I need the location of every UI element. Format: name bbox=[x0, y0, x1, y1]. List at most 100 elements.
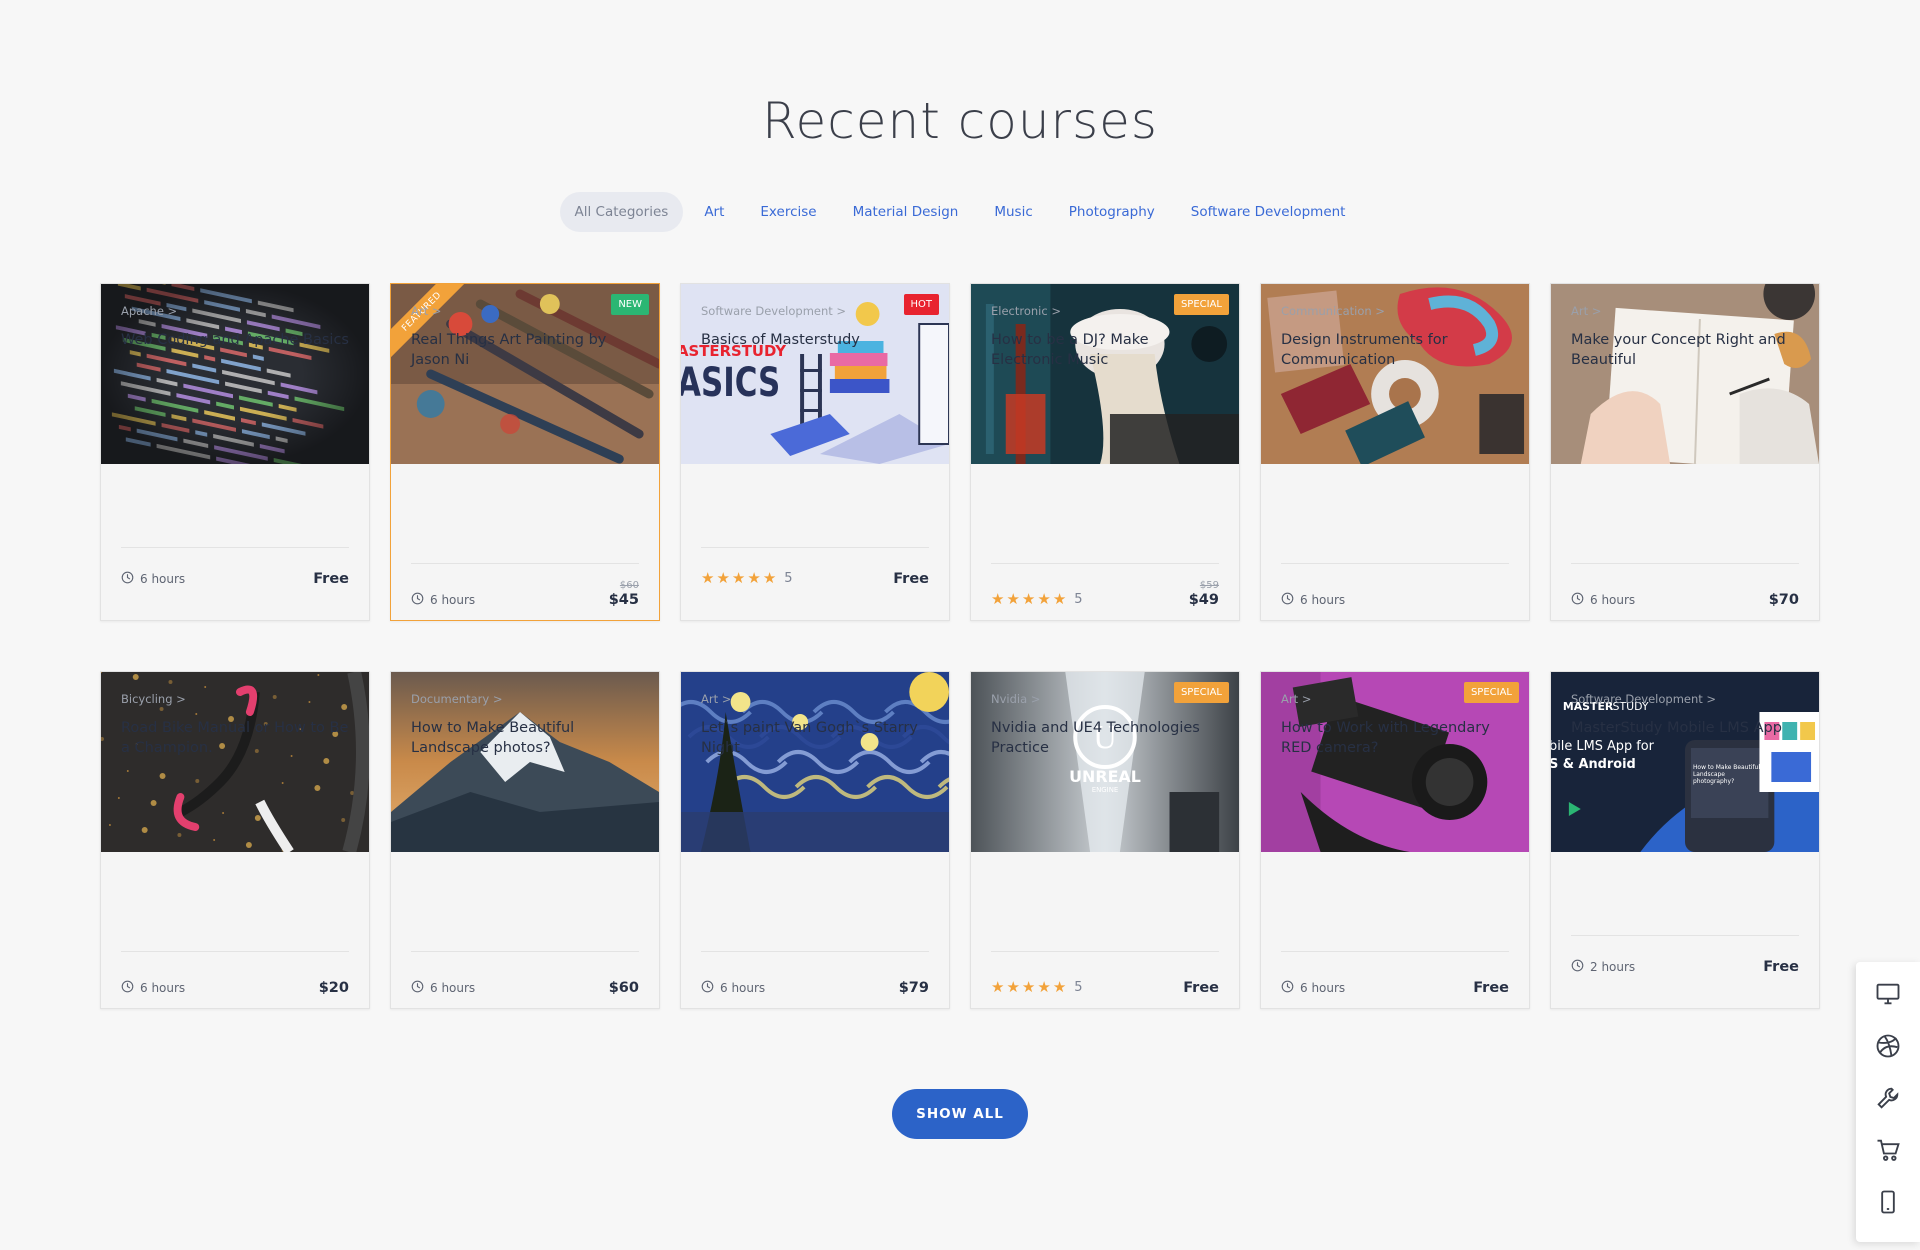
clock-icon bbox=[701, 980, 714, 996]
course-price: $20 bbox=[319, 980, 349, 996]
course-card[interactable]: SPECIAL Art > How to Work with Legendary R… bbox=[1260, 671, 1530, 1009]
image-text: S & Android bbox=[1551, 757, 1636, 772]
duration-text: 6 hours bbox=[430, 981, 476, 995]
course-badge: HOT bbox=[903, 294, 939, 315]
star-icon: ★ bbox=[1037, 979, 1051, 996]
card-divider bbox=[411, 951, 639, 952]
course-title[interactable]: Design Instruments for Communication bbox=[1281, 330, 1509, 370]
course-footer: 6 hours $20 bbox=[121, 980, 349, 996]
image-text: ASICS bbox=[681, 360, 780, 406]
course-card[interactable]: Bicycling > Road Bike Manual or How to Be… bbox=[100, 671, 370, 1009]
tab-music[interactable]: Music bbox=[979, 192, 1047, 232]
course-footer: 6 hours Free bbox=[121, 571, 349, 587]
price-value: $49 bbox=[1188, 592, 1219, 608]
old-price: $59 bbox=[1199, 580, 1219, 591]
mobile-icon[interactable] bbox=[1874, 1188, 1902, 1216]
clock-icon bbox=[121, 571, 134, 587]
dribbble-icon[interactable] bbox=[1874, 1032, 1902, 1060]
show-all-button[interactable]: SHOW ALL bbox=[892, 1089, 1028, 1139]
course-card[interactable]: FEATURED NEW Art > Real Things Art Painting… bbox=[390, 283, 660, 621]
price-value: $70 bbox=[1768, 592, 1799, 608]
course-card[interactable]: U UNREAL ENGINE SPECIAL Nvidia > Nvidia and U… bbox=[970, 671, 1240, 1009]
duration-text: 6 hours bbox=[1590, 593, 1636, 607]
floating-sidebar bbox=[1856, 962, 1920, 1242]
price-value: Free bbox=[1763, 959, 1799, 975]
course-category-link[interactable]: Art > bbox=[701, 692, 731, 706]
course-category-link[interactable]: Communication > bbox=[1281, 304, 1385, 318]
star-icon: ★ bbox=[731, 570, 746, 587]
course-title[interactable]: Real Things Art Painting by Jason Ni bbox=[411, 330, 639, 370]
rating-value: 5 bbox=[1074, 591, 1083, 607]
course-category-link[interactable]: Documentary > bbox=[411, 692, 502, 706]
course-title[interactable]: How to Work with Legendary RED camera? bbox=[1281, 718, 1509, 758]
course-category-link[interactable]: Nvidia > bbox=[991, 692, 1040, 706]
course-price: $60 bbox=[609, 980, 639, 996]
course-card[interactable]: SPECIAL Electronic > How to be a DJ? Make … bbox=[970, 283, 1240, 621]
price-value: $45 bbox=[608, 592, 639, 608]
course-category-link[interactable]: Apache > bbox=[121, 304, 177, 318]
course-title[interactable]: Road Bike Manual or How to Be a Champion… bbox=[121, 718, 349, 758]
course-category-link[interactable]: Software Development > bbox=[701, 304, 846, 318]
star-icon: ★ bbox=[1052, 591, 1067, 608]
monitor-icon[interactable] bbox=[1874, 980, 1902, 1008]
tab-art[interactable]: Art bbox=[689, 192, 739, 232]
course-title[interactable]: MasterStudy Mobile LMS App bbox=[1571, 718, 1799, 738]
course-badge: NEW bbox=[611, 294, 649, 315]
course-category-link[interactable]: Art > bbox=[411, 304, 441, 318]
star-icon: ★ bbox=[762, 570, 777, 587]
tab-software-development[interactable]: Software Development bbox=[1176, 192, 1361, 232]
duration-text: 6 hours bbox=[1300, 981, 1346, 995]
course-price: $79 bbox=[899, 980, 929, 996]
duration-text: 6 hours bbox=[430, 593, 476, 607]
tab-photography[interactable]: Photography bbox=[1054, 192, 1170, 232]
price-value: Free bbox=[893, 571, 929, 587]
course-duration: 6 hours bbox=[1281, 980, 1345, 996]
card-divider bbox=[121, 547, 349, 548]
recent-courses-page: Recent courses All Categories Art Exercise… bbox=[0, 0, 1920, 1250]
clock-icon bbox=[1281, 980, 1294, 996]
courses-grid: Apache > Web Coding and Apache Basics 6 ho… bbox=[100, 283, 1820, 1009]
course-card[interactable]: Apache > Web Coding and Apache Basics 6 ho… bbox=[100, 283, 370, 621]
course-category-link[interactable]: Electronic > bbox=[991, 304, 1061, 318]
tab-all-categories[interactable]: All Categories bbox=[559, 192, 684, 232]
duration-text: 6 hours bbox=[720, 981, 766, 995]
course-title[interactable]: Make your Concept Right and Beautiful bbox=[1571, 330, 1799, 370]
card-divider bbox=[411, 563, 639, 564]
course-footer: 2 hours Free bbox=[1571, 959, 1799, 975]
course-card[interactable]: MASTER STUDY bile LMS App for S & Android Ho… bbox=[1550, 671, 1820, 1009]
tab-exercise[interactable]: Exercise bbox=[745, 192, 831, 232]
price-value: Free bbox=[1183, 980, 1219, 996]
course-category-link[interactable]: Software Development > bbox=[1571, 692, 1716, 706]
course-footer: ★ ★ ★ ★ ★ 5 $59 $49 bbox=[991, 580, 1219, 608]
course-title[interactable]: Basics of Masterstudy bbox=[701, 330, 929, 350]
course-price: Free bbox=[1763, 959, 1799, 975]
course-card[interactable]: ASTERSTUDY ASICS HOT Software Development >… bbox=[680, 283, 950, 621]
course-card[interactable]: Art > Make your Concept Right and Beautif… bbox=[1550, 283, 1820, 621]
course-category-link[interactable]: Bicycling > bbox=[121, 692, 186, 706]
course-duration: 6 hours bbox=[701, 980, 765, 996]
course-card[interactable]: Communication > Design Instruments for Co… bbox=[1260, 283, 1530, 621]
course-title[interactable]: Nvidia and UE4 Technologies Practice bbox=[991, 718, 1219, 758]
cart-icon[interactable] bbox=[1874, 1136, 1902, 1164]
tab-material-design[interactable]: Material Design bbox=[838, 192, 974, 232]
course-duration: 6 hours bbox=[411, 980, 475, 996]
course-category-link[interactable]: Art > bbox=[1571, 304, 1601, 318]
category-tabs: All Categories Art Exercise Material Design… bbox=[0, 192, 1920, 232]
image-text: UNREAL bbox=[1069, 767, 1141, 786]
section-title: Recent courses bbox=[762, 92, 1158, 150]
wrench-icon[interactable] bbox=[1874, 1084, 1902, 1112]
star-icon: ★ bbox=[1037, 591, 1051, 608]
duration-text: 6 hours bbox=[140, 572, 186, 586]
course-price: Free bbox=[893, 571, 929, 587]
course-title[interactable]: Let`s paint Van Gogh`s Starry Night bbox=[701, 718, 929, 758]
course-badge: SPECIAL bbox=[1173, 682, 1229, 703]
course-category-link[interactable]: Art > bbox=[1281, 692, 1311, 706]
course-title[interactable]: Web Coding and Apache Basics bbox=[121, 330, 349, 350]
course-card[interactable]: Documentary > How to Make Beautiful Lands… bbox=[390, 671, 660, 1009]
course-card[interactable]: Art > Let`s paint Van Gogh`s Starry Night… bbox=[680, 671, 950, 1009]
course-duration: 2 hours bbox=[1571, 959, 1635, 975]
star-icon: ★ bbox=[1052, 979, 1067, 996]
course-title[interactable]: How to Make Beautiful Landscape photos? bbox=[411, 718, 639, 758]
course-title[interactable]: How to be a DJ? Make Electronic Music bbox=[991, 330, 1219, 370]
card-divider bbox=[991, 563, 1219, 564]
